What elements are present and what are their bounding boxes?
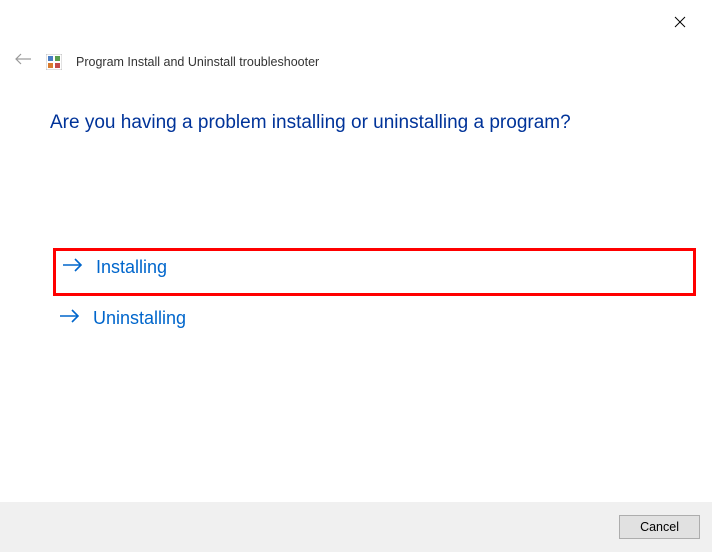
page-heading: Are you having a problem installing or u…: [50, 112, 571, 134]
option-uninstalling[interactable]: Uninstalling: [59, 308, 186, 329]
footer: Cancel: [0, 502, 712, 552]
header: Program Install and Uninstall troublesho…: [14, 52, 319, 71]
close-icon: [674, 16, 686, 28]
close-button[interactable]: [668, 10, 692, 34]
option-installing[interactable]: Installing: [62, 257, 167, 278]
option-uninstalling-label: Uninstalling: [93, 308, 186, 329]
app-icon: [46, 54, 62, 70]
option-installing-label: Installing: [96, 257, 167, 278]
option-installing-highlight: Installing: [53, 248, 696, 296]
arrow-right-icon: [59, 308, 81, 329]
arrow-right-icon: [62, 257, 84, 278]
cancel-button[interactable]: Cancel: [619, 515, 700, 539]
window-title: Program Install and Uninstall troublesho…: [76, 55, 319, 69]
back-button: [14, 52, 32, 71]
back-arrow-icon: [14, 52, 32, 66]
